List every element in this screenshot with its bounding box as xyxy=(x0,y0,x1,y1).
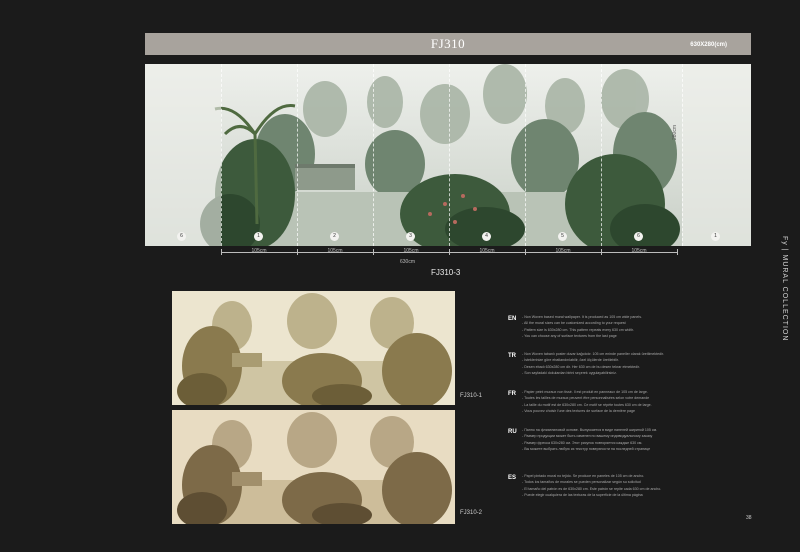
description-line: - You can choose any of surface textures… xyxy=(522,333,617,338)
variant-image-1 xyxy=(172,291,455,405)
title-bar: FJ310 630X280(cm) xyxy=(145,33,751,55)
height-dimension: 280cm xyxy=(672,124,678,140)
description-line: - Puede elegir cualquiera de las textura… xyxy=(522,492,643,497)
mural-panorama: 6 1 2 3 4 5 6 1 xyxy=(145,64,751,246)
panel-width: 105cm xyxy=(631,248,647,254)
total-width: 630cm xyxy=(400,259,416,265)
repeat-fade-left xyxy=(145,64,221,246)
panel-seam xyxy=(221,64,222,246)
lang-code-ru: RU xyxy=(508,429,517,435)
dimension-tick xyxy=(677,249,678,255)
panel-width: 105cm xyxy=(403,248,419,254)
side-brand-label: Fy | MURAL COLLECTION xyxy=(781,236,788,342)
lang-code-es: ES xyxy=(508,475,517,481)
panel-width: 105cm xyxy=(479,248,495,254)
lang-code-tr: TR xyxy=(508,353,516,359)
variant-image-2 xyxy=(172,410,455,524)
panel-number: 6 xyxy=(177,232,186,241)
panel-width: 105cm xyxy=(555,248,571,254)
description-line: - Son sayfadaki dokulardan birini seçere… xyxy=(522,370,617,375)
lang-code-fr: FR xyxy=(508,391,516,397)
panel-width: 105cm xyxy=(327,248,343,254)
product-title: FJ310 xyxy=(430,36,466,51)
panel-number: 1 xyxy=(711,232,720,241)
panel-number: 1 xyxy=(254,232,263,241)
panel-seam xyxy=(449,64,450,246)
variant-label-1: FJ310-1 xyxy=(460,393,483,399)
description-tr: - Non Woven tabanlı poster duvar kağıdıd… xyxy=(522,351,782,376)
lang-code-en: EN xyxy=(508,316,517,322)
panel-number: 5 xyxy=(558,232,567,241)
panel-seam xyxy=(525,64,526,246)
panel-number: 3 xyxy=(406,232,415,241)
panel-number: 2 xyxy=(330,232,339,241)
panel-seam xyxy=(297,64,298,246)
description-en: - Non Woven based mural wallpaper. It is… xyxy=(522,314,782,339)
panel-number: 6 xyxy=(634,232,643,241)
jungle-illustration xyxy=(145,64,751,246)
variant-label-2: FJ310-2 xyxy=(460,510,483,516)
page-number: 38 xyxy=(746,515,752,521)
description-line: - Вы можете выбрать любую из текстур пов… xyxy=(522,446,651,451)
sepia-jungle-illustration xyxy=(172,410,455,524)
description-fr: - Papier peint muraux non tissé. Il est … xyxy=(522,389,782,414)
product-size: 630X280(cm) xyxy=(690,42,727,48)
description-line: - Vous pouvez choisir l'une des textures… xyxy=(522,408,635,413)
description-es: - Papel pintado mural no tejido. Se prod… xyxy=(522,473,782,498)
panel-seam xyxy=(601,64,602,246)
sepia-jungle-illustration xyxy=(172,291,455,405)
panorama-caption: FJ310-3 xyxy=(431,268,461,277)
panel-number: 4 xyxy=(482,232,491,241)
panel-width: 105cm xyxy=(251,248,267,254)
panel-seam xyxy=(373,64,374,246)
description-ru: - Панно на флизелиновой основе. Выпускае… xyxy=(522,427,782,452)
panel-seam xyxy=(682,64,683,246)
repeat-fade-right xyxy=(682,64,751,246)
